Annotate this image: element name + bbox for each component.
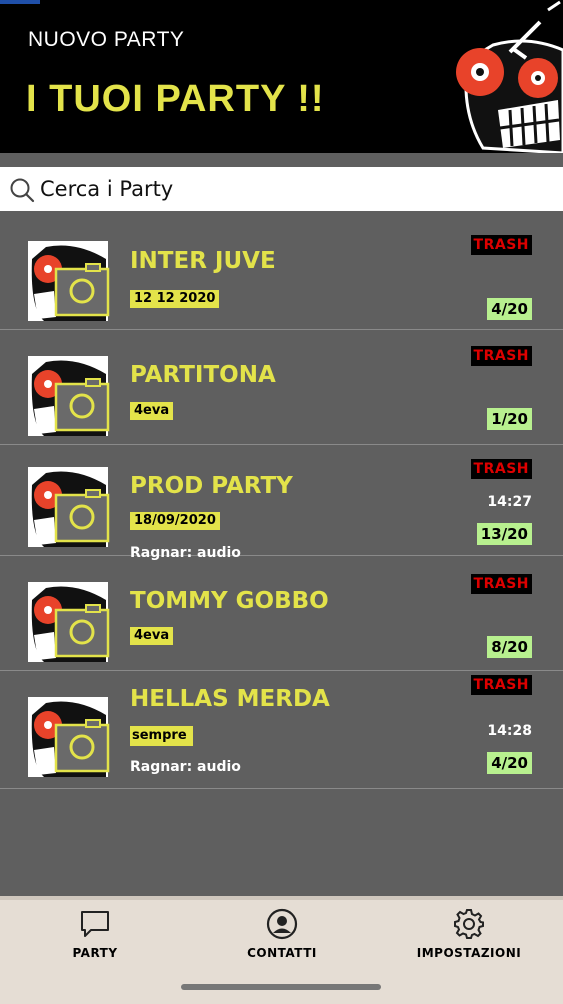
tab-party[interactable]: PARTY xyxy=(50,908,140,960)
tab-contatti-label: CONTATTI xyxy=(247,946,317,960)
party-title: PROD PARTY xyxy=(130,473,293,499)
party-last-message: Ragnar: audio xyxy=(130,759,241,775)
party-time: 14:28 xyxy=(487,723,532,739)
party-avatar xyxy=(28,356,110,436)
trash-tag: TRASH xyxy=(470,459,532,479)
tab-impostazioni-label: IMPOSTAZIONI xyxy=(416,946,522,960)
party-title: INTER JUVE xyxy=(130,248,276,274)
gear-icon xyxy=(454,909,484,939)
party-subtitle: 12 12 2020 xyxy=(130,290,220,308)
party-count-badge: 8/20 xyxy=(487,636,532,658)
new-party-button[interactable]: NUOVO PARTY xyxy=(28,28,184,52)
party-row[interactable]: HELLAS MERDA sempre Ragnar: audio TRASH … xyxy=(0,671,563,789)
party-subtitle: 18/09/2020 xyxy=(130,512,220,530)
party-count-badge: 4/20 xyxy=(487,298,532,320)
party-subtitle: 4eva xyxy=(130,627,174,645)
trash-tag: TRASH xyxy=(470,675,532,695)
tab-party-label: PARTY xyxy=(72,946,118,960)
home-indicator xyxy=(181,984,381,990)
party-row[interactable]: TOMMY GOBBO 4eva TRASH 8/20 xyxy=(0,556,563,671)
party-count-badge: 4/20 xyxy=(487,752,532,774)
app-logo xyxy=(456,0,563,153)
party-title: TOMMY GOBBO xyxy=(130,588,329,614)
party-time: 14:27 xyxy=(487,494,532,510)
party-title: PARTITONA xyxy=(130,362,276,388)
trash-tag: TRASH xyxy=(470,574,532,594)
search-bar xyxy=(0,167,563,211)
party-row[interactable]: PROD PARTY 18/09/2020 Ragnar: audio TRAS… xyxy=(0,441,563,561)
chat-bubble-icon xyxy=(81,911,109,937)
search-icon xyxy=(10,178,35,203)
party-avatar xyxy=(28,697,110,777)
party-count-badge: 1/20 xyxy=(487,408,532,430)
party-row[interactable]: PARTITONA 4eva TRASH 1/20 xyxy=(0,330,563,445)
party-count-badge: 13/20 xyxy=(476,523,532,545)
party-title: HELLAS MERDA xyxy=(130,686,330,712)
app-header: NUOVO PARTY I TUOI PARTY !! xyxy=(0,0,563,153)
party-row[interactable]: INTER JUVE 12 12 2020 TRASH 4/20 xyxy=(0,215,563,330)
contact-icon xyxy=(266,908,298,940)
party-avatar xyxy=(28,582,110,662)
trash-tag: TRASH xyxy=(470,346,532,366)
search-input[interactable] xyxy=(40,171,540,207)
trash-tag: TRASH xyxy=(470,235,532,255)
tab-contatti[interactable]: CONTATTI xyxy=(236,908,328,960)
tab-impostazioni[interactable]: IMPOSTAZIONI xyxy=(410,908,528,960)
party-subtitle: sempre xyxy=(130,726,193,746)
party-subtitle: 4eva xyxy=(130,402,174,420)
page-title: I TUOI PARTY !! xyxy=(26,78,325,120)
party-avatar xyxy=(28,467,110,547)
status-bar-indicator xyxy=(0,0,40,4)
party-avatar xyxy=(28,241,110,321)
